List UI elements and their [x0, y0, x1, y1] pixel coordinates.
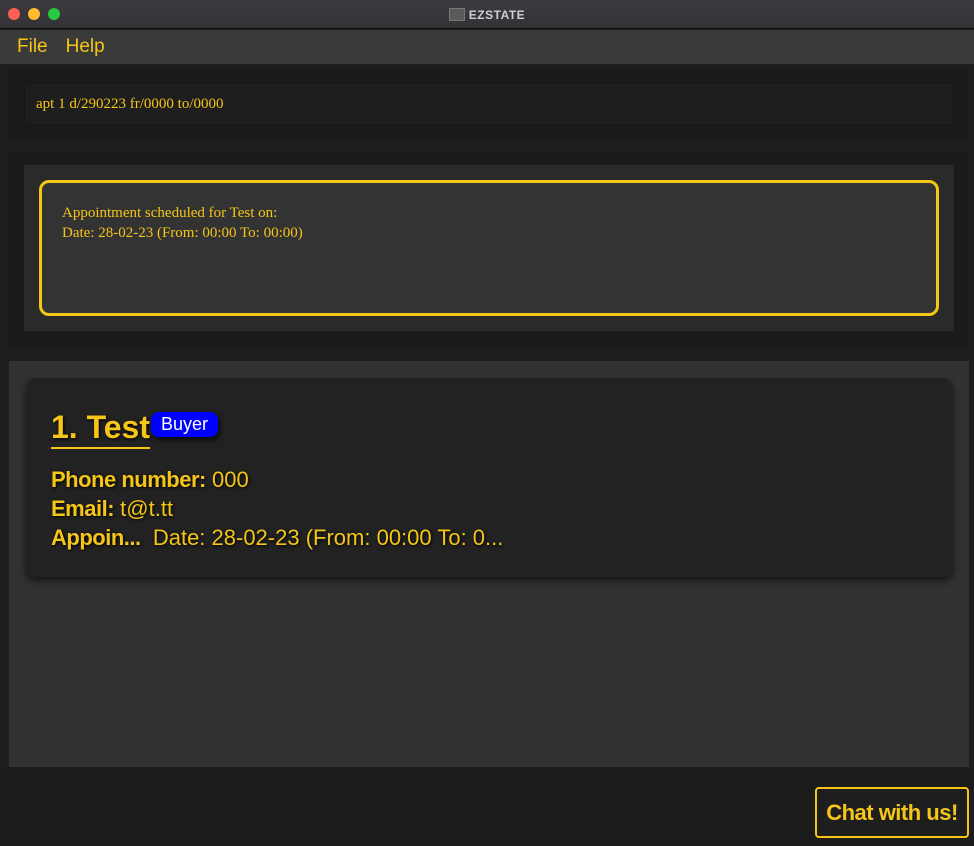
result-display[interactable]: Appointment scheduled for Test on: Date:… [39, 180, 939, 316]
person-phone: Phone number: 000 [51, 467, 249, 493]
window-title-group: EZSTATE [0, 0, 974, 29]
buyer-tag: Buyer [151, 412, 219, 437]
app-icon [448, 8, 465, 21]
command-panel: apt 1 d/290223 fr/0000 to/0000 [9, 68, 969, 140]
command-input[interactable]: apt 1 d/290223 fr/0000 to/0000 [24, 83, 954, 125]
result-line-1: Appointment scheduled for Test on: [62, 205, 278, 221]
phone-label: Phone number: [51, 467, 206, 492]
phone-value: 000 [211, 467, 249, 492]
person-card-header: 1. Test Buyer [51, 408, 219, 449]
chat-button[interactable]: Chat with us! [815, 787, 969, 838]
menu-bar: File Help [0, 30, 974, 64]
person-appointment: Appoin... Date: 28-02-23 (From: 00:00 To… [51, 525, 503, 551]
menu-file[interactable]: File [17, 36, 48, 58]
email-label: Email: [51, 496, 115, 521]
window-title: EZSTATE [468, 7, 526, 22]
person-card[interactable]: 1. Test Buyer Phone number: 000 Email: t… [26, 378, 953, 577]
appointment-label: Appoin... [51, 525, 141, 550]
result-line-2: Date: 28-02-23 (From: 00:00 To: 00:00) [62, 225, 303, 241]
person-email: Email: t@t.tt [51, 496, 173, 522]
menu-help[interactable]: Help [66, 36, 105, 58]
person-list[interactable]: 1. Test Buyer Phone number: 000 Email: t… [9, 361, 969, 767]
result-panel: Appointment scheduled for Test on: Date:… [9, 151, 969, 346]
person-name: 1. Test [51, 408, 150, 449]
result-container: Appointment scheduled for Test on: Date:… [24, 165, 954, 331]
appointment-value: Date: 28-02-23 (From: 00:00 To: 0... [152, 525, 504, 550]
title-bar: EZSTATE [0, 0, 974, 29]
email-value: t@t.tt [120, 496, 174, 521]
